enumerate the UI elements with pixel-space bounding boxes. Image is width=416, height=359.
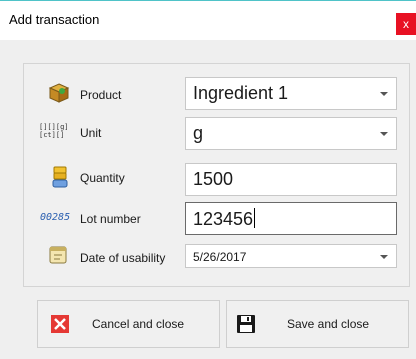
quantity-input[interactable]: 1500 [185,163,397,196]
chevron-down-icon[interactable] [380,255,388,259]
quantity-icon [52,166,68,188]
unit-label: Unit [80,126,102,140]
product-value: Ingredient 1 [193,83,289,103]
chevron-down-icon[interactable] [380,132,388,136]
cancel-and-close-button[interactable]: Cancel and close [37,300,220,348]
unit-icon: [][][g] [ct][] [39,123,69,139]
cancel-x-icon [51,315,69,333]
save-button-label: Save and close [287,317,370,331]
unit-icon-text-top: [][][g] [39,123,69,131]
date-of-usability-value: 5/26/2017 [193,250,247,264]
product-dropdown[interactable]: Ingredient 1 [185,77,397,110]
quantity-value: 1500 [193,169,234,189]
lot-number-value: 123456 [193,209,254,229]
date-of-usability-label: Date of usability [80,251,166,265]
save-and-close-button[interactable]: Save and close [226,300,409,348]
chevron-down-icon[interactable] [380,92,388,96]
date-of-usability-picker[interactable]: 5/26/2017 [185,244,397,268]
text-caret [254,208,256,228]
lot-number-input[interactable]: 123456 [185,202,397,235]
product-box-icon [48,83,70,103]
window-title: Add transaction [9,12,100,27]
quantity-label: Quantity [80,171,125,185]
unit-icon-text-bottom: [ct][] [39,131,65,139]
calendar-icon [49,246,67,264]
unit-dropdown[interactable]: g [185,117,397,150]
lot-number-icon: 00285 [40,212,71,223]
cancel-button-label: Cancel and close [92,317,185,331]
title-bar: Add transaction x [0,0,416,40]
unit-value: g [193,123,204,143]
lot-number-label: Lot number [80,212,141,226]
floppy-disk-icon [237,315,255,333]
close-button[interactable]: x [396,13,416,35]
product-label: Product [80,88,122,102]
dialog-body: Product Ingredient 1 [][][g] [ct][] Unit… [0,40,416,359]
